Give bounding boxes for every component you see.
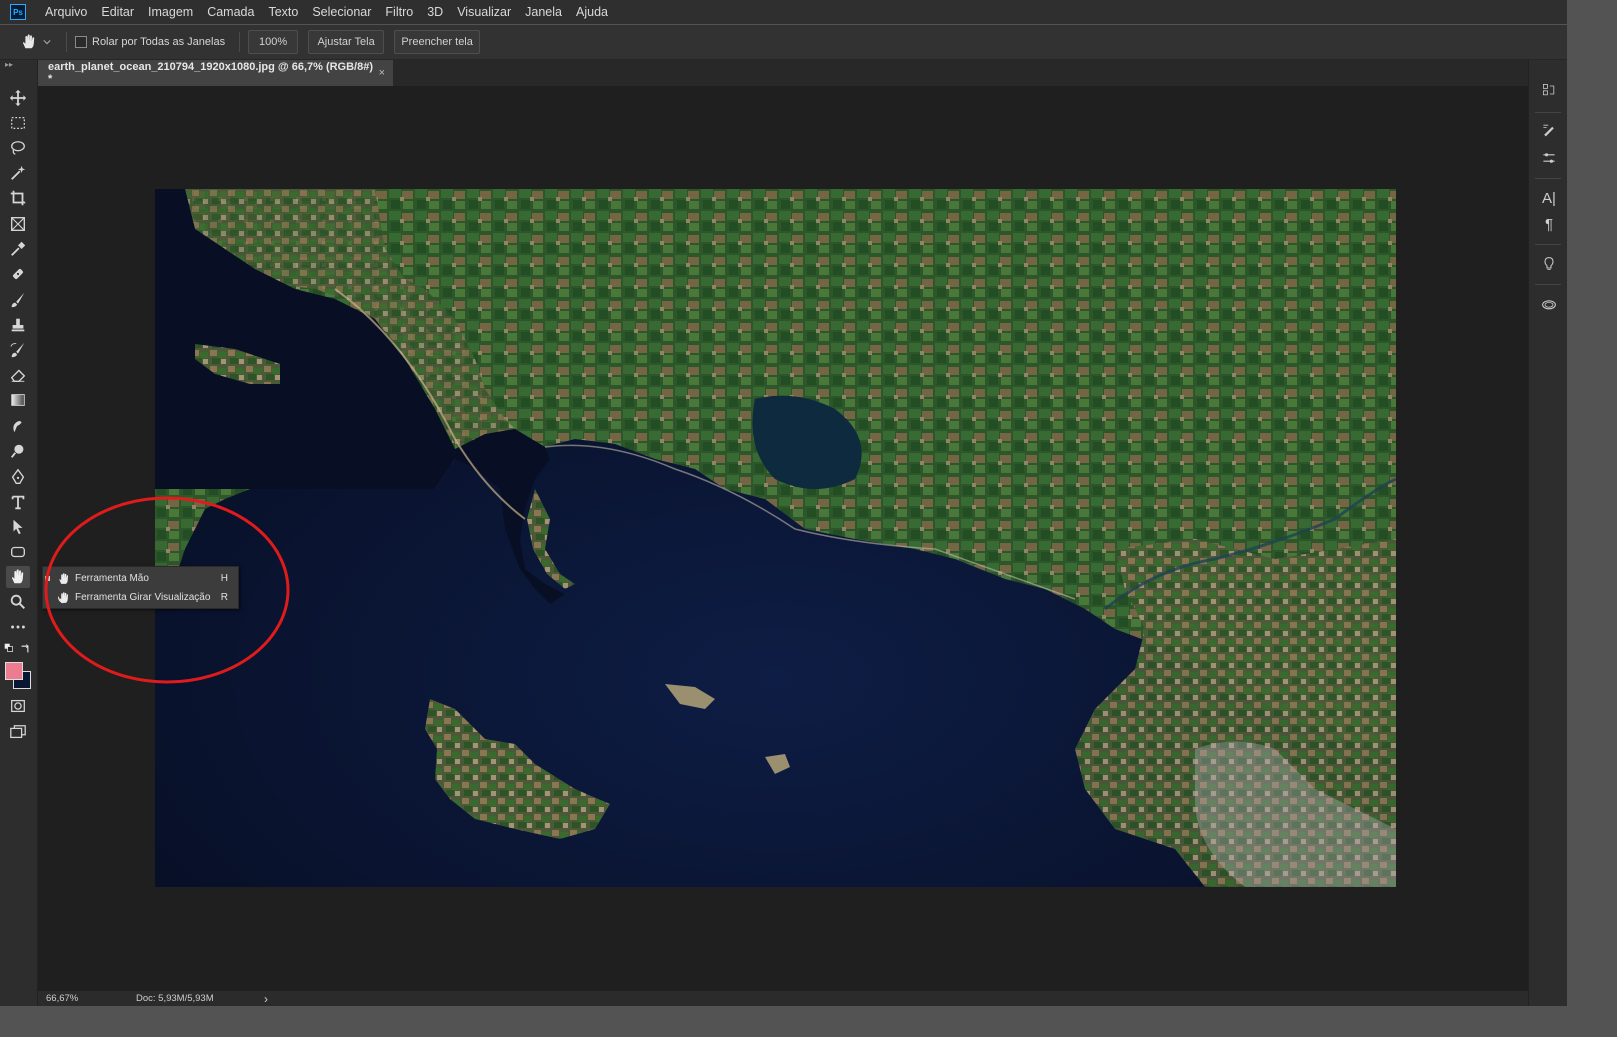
zoom-100-button[interactable]: 100% bbox=[248, 30, 299, 54]
crop-icon[interactable] bbox=[6, 187, 30, 209]
brush-icon[interactable] bbox=[6, 289, 30, 311]
satellite-photo bbox=[155, 189, 1396, 887]
libraries-icon[interactable] bbox=[1539, 294, 1559, 314]
character-icon[interactable]: A| bbox=[1539, 188, 1559, 208]
shortcut-key: H bbox=[220, 573, 228, 584]
menu-texto[interactable]: Texto bbox=[261, 5, 305, 19]
flyout-item-label: Ferramenta Mão bbox=[75, 573, 149, 584]
tool-preset-hand-icon[interactable] bbox=[18, 31, 40, 53]
brush-settings-icon[interactable] bbox=[1539, 120, 1559, 140]
canvas-area[interactable] bbox=[38, 86, 1528, 991]
paragraph-icon[interactable]: ¶ bbox=[1539, 214, 1559, 234]
divider bbox=[1535, 284, 1561, 285]
clone-stamp-icon[interactable] bbox=[6, 314, 30, 336]
menu-editar[interactable]: Editar bbox=[94, 5, 141, 19]
shape-icon[interactable] bbox=[6, 541, 30, 563]
dodge-icon[interactable] bbox=[6, 440, 30, 462]
menu-visualizar[interactable]: Visualizar bbox=[450, 5, 518, 19]
quick-mask-icon[interactable] bbox=[6, 695, 30, 717]
menu-imagem[interactable]: Imagem bbox=[141, 5, 200, 19]
flyout-item-label: Ferramenta Girar Visualização bbox=[75, 592, 211, 603]
checkbox-box[interactable] bbox=[75, 36, 87, 48]
selected-bullet bbox=[45, 576, 50, 581]
collapse-panel-icon[interactable]: ▸▸ bbox=[5, 60, 13, 69]
hand-icon[interactable] bbox=[6, 566, 30, 588]
menu-camada[interactable]: Camada bbox=[200, 5, 261, 19]
lasso-icon[interactable] bbox=[6, 137, 30, 159]
document-title: earth_planet_ocean_210794_1920x1080.jpg … bbox=[48, 61, 374, 85]
menu-ajuda[interactable]: Ajuda bbox=[569, 5, 615, 19]
menu-bar: Ps Arquivo Editar Imagem Camada Texto Se… bbox=[0, 0, 1617, 24]
adjustments-icon[interactable] bbox=[1539, 148, 1559, 168]
divider bbox=[1535, 178, 1561, 179]
chevron-down-icon[interactable] bbox=[40, 35, 54, 49]
rotate-view-icon bbox=[57, 591, 71, 605]
shortcut-key: R bbox=[220, 592, 228, 603]
gradient-icon[interactable] bbox=[6, 389, 30, 411]
history-icon[interactable] bbox=[1539, 80, 1559, 100]
default-colors-icon[interactable] bbox=[2, 641, 16, 655]
screen-mode-icon[interactable] bbox=[6, 721, 30, 743]
close-icon[interactable]: × bbox=[379, 67, 385, 79]
right-panel-dock: A| ¶ bbox=[1528, 60, 1567, 1037]
more-tools-icon[interactable] bbox=[6, 616, 30, 638]
bullet-placeholder bbox=[45, 595, 50, 600]
marquee-icon[interactable] bbox=[6, 112, 30, 134]
menu-3d[interactable]: 3D bbox=[420, 5, 450, 19]
eyedropper-icon[interactable] bbox=[6, 238, 30, 260]
divider bbox=[1535, 112, 1561, 113]
frame-icon[interactable] bbox=[6, 213, 30, 235]
document-size: Doc: 5,93M/5,93M bbox=[136, 993, 214, 1004]
eraser-icon[interactable] bbox=[6, 364, 30, 386]
fill-screen-button[interactable]: Preencher tela bbox=[394, 30, 481, 54]
divider bbox=[66, 32, 67, 52]
divider bbox=[239, 32, 241, 52]
document-tab-bar: earth_planet_ocean_210794_1920x1080.jpg … bbox=[38, 60, 1528, 86]
satellite-image[interactable] bbox=[155, 189, 1396, 887]
scroll-all-windows-label: Rolar por Todas as Janelas bbox=[92, 36, 226, 48]
zoom-icon[interactable] bbox=[6, 591, 30, 613]
flyout-item-rotate-view-tool[interactable]: Ferramenta Girar Visualização R bbox=[43, 588, 238, 607]
menu-janela[interactable]: Janela bbox=[518, 5, 569, 19]
smudge-icon[interactable] bbox=[6, 415, 30, 437]
move-icon[interactable] bbox=[6, 87, 30, 109]
options-bar: Rolar por Todas as Janelas 100% Ajustar … bbox=[0, 25, 1617, 60]
scroll-all-windows-checkbox[interactable]: Rolar por Todas as Janelas bbox=[75, 36, 225, 48]
document-tab[interactable]: earth_planet_ocean_210794_1920x1080.jpg … bbox=[38, 60, 393, 86]
hand-tool-flyout-menu: Ferramenta Mão H Ferramenta Girar Visual… bbox=[42, 566, 239, 609]
pen-icon[interactable] bbox=[6, 466, 30, 488]
status-menu-arrow[interactable]: › bbox=[264, 992, 268, 1006]
history-brush-icon[interactable] bbox=[6, 339, 30, 361]
flyout-item-hand-tool[interactable]: Ferramenta Mão H bbox=[43, 569, 238, 588]
menu-arquivo[interactable]: Arquivo bbox=[38, 5, 94, 19]
workspace-edge bbox=[1567, 0, 1617, 1037]
fit-screen-button[interactable]: Ajustar Tela bbox=[308, 30, 385, 54]
foreground-color-swatch[interactable] bbox=[5, 662, 23, 680]
menu-filtro[interactable]: Filtro bbox=[378, 5, 420, 19]
status-bar: 66,67% Doc: 5,93M/5,93M › bbox=[38, 991, 1528, 1006]
workspace-bottom bbox=[0, 1006, 1617, 1037]
type-icon[interactable] bbox=[6, 491, 30, 513]
path-selection-icon[interactable] bbox=[6, 516, 30, 538]
healing-brush-icon[interactable] bbox=[6, 263, 30, 285]
menu-selecionar[interactable]: Selecionar bbox=[305, 5, 378, 19]
zoom-level[interactable]: 66,67% bbox=[46, 993, 126, 1004]
hand-icon bbox=[57, 572, 71, 586]
magic-wand-icon[interactable] bbox=[6, 162, 30, 184]
divider bbox=[1535, 244, 1561, 245]
learn-bulb-icon[interactable] bbox=[1539, 254, 1559, 274]
photoshop-logo: Ps bbox=[10, 4, 26, 20]
swap-colors-icon[interactable] bbox=[18, 641, 32, 655]
